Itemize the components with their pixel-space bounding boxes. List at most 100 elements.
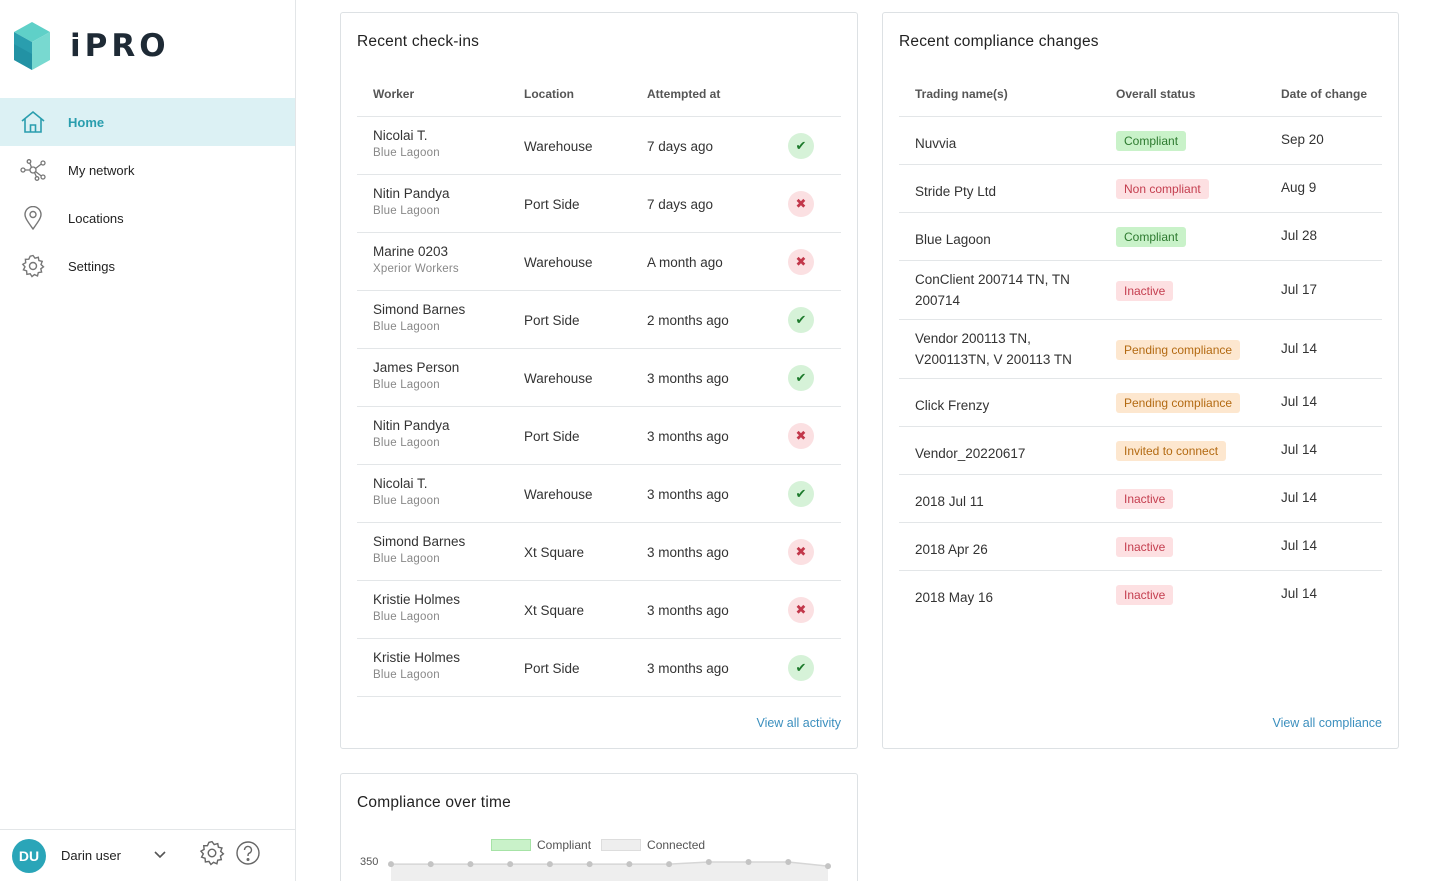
attempted-cell: 7 days ago [647,139,714,154]
table-row[interactable]: ConClient 200714 TN, TN 200714 Inactive Ju… [899,261,1382,320]
table-header: Trading name(s) Overall status Date of c… [899,87,1382,117]
date-cell: Jul 28 [1281,228,1318,243]
sidebar-item-label: My network [68,162,135,178]
table-row[interactable]: James Person Blue Lagoon Warehouse 3 months… [357,349,841,407]
gear-icon[interactable] [199,840,225,871]
failure-x-icon: ✖ [788,597,814,623]
data-point[interactable] [586,861,593,868]
failure-x-icon: ✖ [788,423,814,449]
worker-cell: James Person Blue Lagoon [373,360,459,391]
success-check-icon: ✔ [788,307,814,333]
location-cell: Port Side [524,313,580,328]
location-cell: Port Side [524,429,580,444]
table-row[interactable]: Nuvvia Compliant Sep 20 [899,117,1382,165]
data-point[interactable] [666,861,673,868]
sidebar-item-settings[interactable]: Settings [0,242,295,290]
worker-org: Blue Lagoon [373,147,440,159]
sidebar-item-label: Locations [68,210,124,226]
table-row[interactable]: Simond Barnes Blue Lagoon Port Side 2 month… [357,291,841,349]
table-row[interactable]: 2018 Jul 11 Inactive Jul 14 [899,475,1382,523]
data-point[interactable] [785,859,792,866]
status-badge: Inactive [1116,537,1174,557]
view-all-activity-link[interactable]: View all activity [756,716,841,730]
sidebar: iPRO Home My network Locations Settings … [0,0,296,881]
status-badge: Compliant [1116,131,1187,151]
worker-cell: Kristie Holmes Blue Lagoon [373,592,460,623]
worker-org: Blue Lagoon [373,437,440,449]
worker-cell: Simond Barnes Blue Lagoon [373,534,465,565]
table-row[interactable]: Kristie Holmes Blue Lagoon Port Side 3 mont… [357,639,841,697]
table-row[interactable]: 2018 May 16 Inactive Jul 14 [899,571,1382,619]
location-cell: Port Side [524,661,580,676]
avatar[interactable]: DU [12,838,46,873]
table-row[interactable]: Kristie Holmes Blue Lagoon Xt Square 3 mont… [357,581,841,639]
data-point[interactable] [745,859,752,866]
trading-name-cell: Stride Pty Ltd [915,184,997,199]
attempted-cell: 7 days ago [647,197,714,212]
status-badge: Inactive [1116,585,1174,605]
success-check-icon: ✔ [788,365,814,391]
trading-name-cell: Vendor 200113 TN, V200113TN, V 200113 TN [915,331,1072,367]
table-row[interactable]: Nicolai T. Blue Lagoon Warehouse 3 months a… [357,465,841,523]
data-point[interactable] [427,861,434,868]
card-title: Recent check-ins [357,33,480,50]
sidebar-item-my-network[interactable]: My network [0,146,295,194]
worker-name: Simond Barnes [373,534,466,549]
worker-name: Nicolai T. [373,476,428,491]
date-cell: Jul 17 [1281,281,1318,297]
attempted-cell: 3 months ago [647,545,729,560]
table-row[interactable]: Click Frenzy Pending compliance Jul 14 [899,379,1382,427]
column-header-attempted: Attempted at [647,87,721,101]
worker-cell: Nicolai T. Blue Lagoon [373,128,440,159]
table-row[interactable]: 2018 Apr 26 Inactive Jul 14 [899,523,1382,571]
sidebar-item-home[interactable]: Home [0,98,295,146]
attempted-cell: 3 months ago [647,371,729,386]
attempted-cell: A month ago [647,255,723,270]
table-row[interactable]: Marine 0203 Xperior Workers Warehouse A mon… [357,233,841,291]
table-row[interactable]: Nitin Pandya Blue Lagoon Port Side 3 months… [357,407,841,465]
status-badge: Compliant [1116,227,1187,247]
table-row[interactable]: Blue Lagoon Compliant Jul 28 [899,213,1382,261]
status-badge: Pending compliance [1116,393,1241,413]
worker-cell: Nitin Pandya Blue Lagoon [373,186,450,217]
table-row[interactable]: Simond Barnes Blue Lagoon Xt Square 3 month… [357,523,841,581]
trading-name-cell: Blue Lagoon [915,232,991,247]
attempted-cell: 3 months ago [647,487,729,502]
view-all-compliance-link[interactable]: View all compliance [1272,716,1382,730]
worker-org: Blue Lagoon [373,379,440,391]
worker-name: Kristie Holmes [373,592,461,607]
data-point[interactable] [388,861,394,868]
location-cell: Xt Square [524,603,585,618]
sidebar-item-locations[interactable]: Locations [0,194,295,242]
logo-text: iPRO [70,28,170,64]
worker-name: Nitin Pandya [373,418,450,433]
date-cell: Sep 20 [1281,132,1324,147]
date-cell: Jul 14 [1281,538,1318,553]
logo-cube-icon [14,22,50,70]
y-tick-label: 350 [360,856,378,868]
data-point[interactable] [467,861,474,868]
data-point[interactable] [705,859,712,866]
status-badge: Inactive [1116,280,1174,301]
app-logo[interactable]: iPRO [14,22,170,70]
table-row[interactable]: Vendor 200113 TN, V200113TN, V 200113 TN… [899,320,1382,379]
worker-org: Blue Lagoon [373,205,440,217]
data-point[interactable] [626,861,633,868]
help-icon[interactable] [235,840,261,871]
table-row[interactable]: Nitin Pandya Blue Lagoon Port Side 7 days a… [357,175,841,233]
worker-name: Simond Barnes [373,302,466,317]
data-point[interactable] [546,861,553,868]
user-name[interactable]: Darin user [61,848,149,863]
worker-cell: Nitin Pandya Blue Lagoon [373,418,450,449]
data-point[interactable] [825,863,831,870]
chevron-down-icon[interactable] [153,847,167,865]
worker-cell: Nicolai T. Blue Lagoon [373,476,440,507]
date-cell: Jul 14 [1281,340,1318,356]
table-row[interactable]: Stride Pty Ltd Non compliant Aug 9 [899,165,1382,213]
compliance-chart: 350 [360,856,831,881]
table-row[interactable]: Nicolai T. Blue Lagoon Warehouse 7 days ago… [357,117,841,175]
trading-name-cell: 2018 Apr 26 [915,542,988,557]
table-row[interactable]: Vendor_20220617 Invited to connect Jul 14 [899,427,1382,475]
status-badge: Non compliant [1116,179,1209,199]
data-point[interactable] [507,861,514,868]
